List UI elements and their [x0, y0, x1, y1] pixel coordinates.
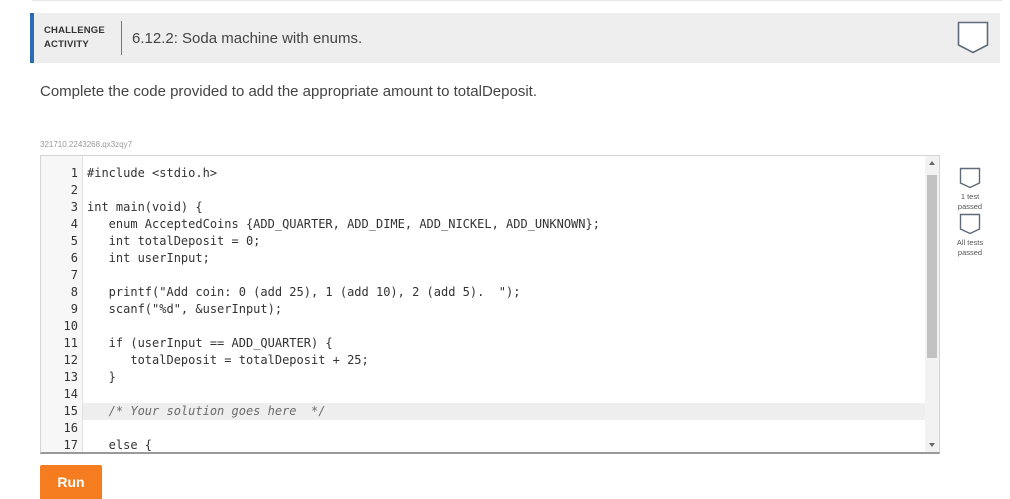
line-number: 4	[70, 217, 78, 231]
line-number: 11	[63, 336, 78, 350]
code-text[interactable]: enum AcceptedCoins {ADD_QUARTER, ADD_DIM…	[87, 216, 600, 233]
code-text[interactable]: printf("Add coin: 0 (add 25), 1 (add 10)…	[87, 284, 521, 301]
code-text[interactable]: totalDeposit = totalDeposit + 25;	[87, 352, 368, 369]
test-status-2-line1: All tests	[956, 238, 984, 247]
line-number: 6	[70, 251, 78, 265]
line-number: 12	[63, 353, 78, 367]
activity-type-line1: CHALLENGE	[44, 25, 105, 36]
test-status-2-line2: passed	[957, 248, 983, 257]
instructions: Complete the code provided to add the ap…	[40, 83, 537, 100]
top-divider	[32, 0, 1002, 1]
line-number: 8	[70, 285, 78, 299]
code-text[interactable]: }	[87, 369, 116, 386]
line-number: 15	[63, 404, 78, 418]
line-number: 14	[63, 387, 78, 401]
line-number: 17	[63, 438, 78, 452]
code-text[interactable]: if (userInput == ADD_QUARTER) {	[87, 335, 333, 352]
line-number: 3	[70, 200, 78, 214]
run-button[interactable]: Run	[40, 465, 102, 499]
test-status-1-line1: 1 test	[960, 192, 980, 201]
test-status-icon	[959, 213, 981, 235]
code-editor[interactable]: 1 #include <stdio.h> 2 3 int main(void) { 4 e…	[40, 155, 940, 454]
scrollbar-thumb[interactable]	[927, 175, 937, 358]
line-number: 13	[63, 370, 78, 384]
scroll-up-icon[interactable]	[929, 161, 935, 165]
line-number: 2	[70, 183, 78, 197]
code-text[interactable]: else {	[87, 437, 152, 452]
activity-header: CHALLENGE ACTIVITY 6.12.2: Soda machine …	[30, 13, 1000, 63]
line-number: 7	[70, 268, 78, 282]
completion-badge-icon	[957, 21, 989, 54]
test-status-1-line2: passed	[957, 202, 983, 211]
activity-type-label: CHALLENGE ACTIVITY	[44, 24, 105, 52]
code-text[interactable]: int userInput;	[87, 250, 210, 267]
test-status-1: 1 test passed	[950, 167, 990, 212]
test-status-2: All tests passed	[950, 213, 990, 258]
test-status-icon	[959, 167, 981, 189]
code-text[interactable]: scanf("%d", &userInput);	[87, 301, 282, 318]
header-divider	[121, 21, 122, 55]
code-text[interactable]: int main(void) {	[87, 199, 203, 216]
code-text[interactable]: #include <stdio.h>	[87, 165, 217, 182]
line-number: 16	[63, 421, 78, 435]
editor-scrollbar[interactable]	[925, 156, 939, 452]
line-number: 5	[70, 234, 78, 248]
code-text[interactable]: /* Your solution goes here */	[87, 403, 326, 420]
code-text[interactable]: int totalDeposit = 0;	[87, 233, 261, 250]
activity-title: 6.12.2: Soda machine with enums.	[132, 30, 363, 47]
scroll-down-icon[interactable]	[929, 443, 935, 447]
line-number: 10	[63, 319, 78, 333]
activity-id: 321710.2243268.qx3zqy7	[40, 140, 133, 149]
line-number: 9	[70, 302, 78, 316]
line-number: 1	[70, 166, 78, 180]
activity-type-line2: ACTIVITY	[44, 39, 89, 50]
